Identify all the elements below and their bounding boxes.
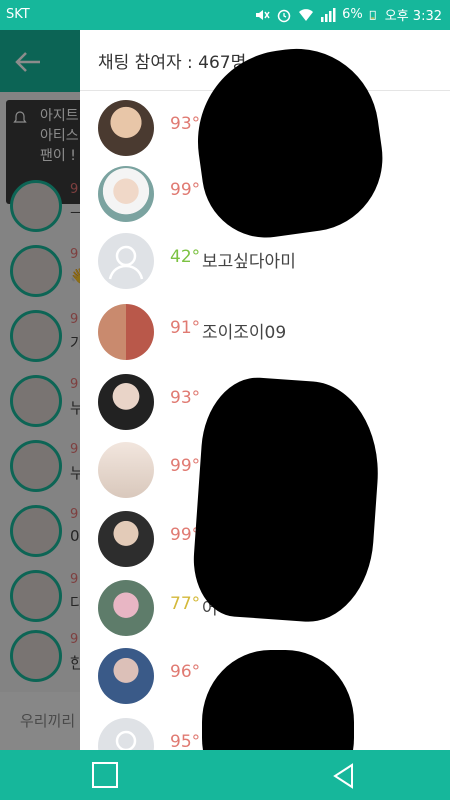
participant-temperature: 77° [170, 594, 201, 614]
mute-icon [256, 9, 270, 20]
status-icons: 6% 오후 3:32 [254, 5, 442, 24]
participant-item[interactable]: 91° 조이조이09 [80, 298, 450, 364]
participant-temperature: 95° [170, 732, 201, 750]
participant-temperature: 99° [170, 456, 201, 476]
avatar [98, 648, 154, 704]
carrier-label: SKT [6, 7, 30, 22]
dim-overlay[interactable] [0, 30, 80, 750]
participant-temperature: 99° [170, 180, 201, 200]
status-bar: SKT 6% 오후 3:32 [0, 0, 450, 30]
wifi-icon [299, 8, 314, 21]
battery-icon [369, 10, 376, 20]
avatar [98, 442, 154, 498]
alarm-icon [277, 9, 291, 22]
participant-temperature: 96° [170, 662, 201, 682]
participant-name: 보고싶다아미 [202, 252, 296, 272]
signal-icon [321, 7, 336, 22]
avatar-placeholder [98, 233, 154, 289]
nav-back-icon[interactable] [330, 762, 358, 790]
avatar-placeholder [98, 718, 154, 750]
participant-temperature: 91° [170, 318, 201, 338]
avatar [98, 580, 154, 636]
participant-temperature: 93° [170, 388, 201, 408]
avatar [98, 304, 154, 360]
participant-temperature: 93° [170, 114, 201, 134]
participant-name: 조이조이09 [202, 323, 287, 343]
avatar [98, 374, 154, 430]
battery-percent: 6% [342, 7, 363, 22]
navigation-bar [0, 750, 450, 800]
avatar [98, 166, 154, 222]
user-icon [115, 730, 137, 750]
recent-apps-button[interactable] [92, 762, 118, 788]
clock: 오후 3:32 [384, 9, 442, 24]
avatar [98, 100, 154, 156]
redaction-scribble [189, 374, 385, 626]
avatar [98, 511, 154, 567]
participants-drawer: 채팅 참여자 : 467명 93° 99° 42° 보고싶다아미 91° 조이조… [80, 30, 450, 750]
participants-title: 채팅 참여자 : 467명 [98, 53, 247, 73]
user-icon [108, 245, 144, 280]
participant-temperature: 42° [170, 247, 201, 267]
